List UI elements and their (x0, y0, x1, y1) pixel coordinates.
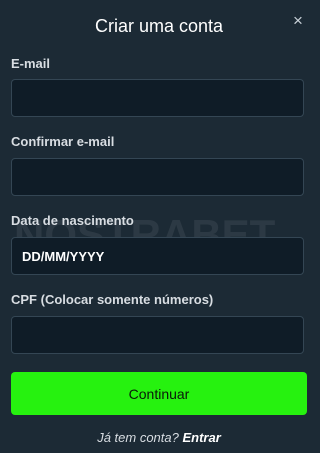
login-prompt: Já tem conta? Entrar (0, 430, 318, 446)
login-question: Já tem conta? (97, 430, 179, 445)
cpf-label: CPF (Colocar somente números) (11, 292, 214, 307)
continue-button[interactable]: Continuar (11, 372, 307, 415)
confirm-email-field[interactable] (11, 158, 304, 196)
birthdate-field[interactable] (11, 237, 304, 275)
cpf-field[interactable] (11, 316, 304, 354)
confirm-email-label: Confirmar e-mail (11, 134, 115, 149)
signup-modal: Criar uma conta × E-mail Confirmar e-mai… (0, 0, 318, 453)
email-label: E-mail (11, 56, 51, 71)
modal-title: Criar uma conta (94, 16, 224, 36)
close-icon[interactable]: × (291, 11, 305, 31)
birthdate-label: Data de nascimento (11, 213, 134, 228)
email-field[interactable] (11, 79, 304, 117)
login-link[interactable]: Entrar (182, 430, 220, 445)
